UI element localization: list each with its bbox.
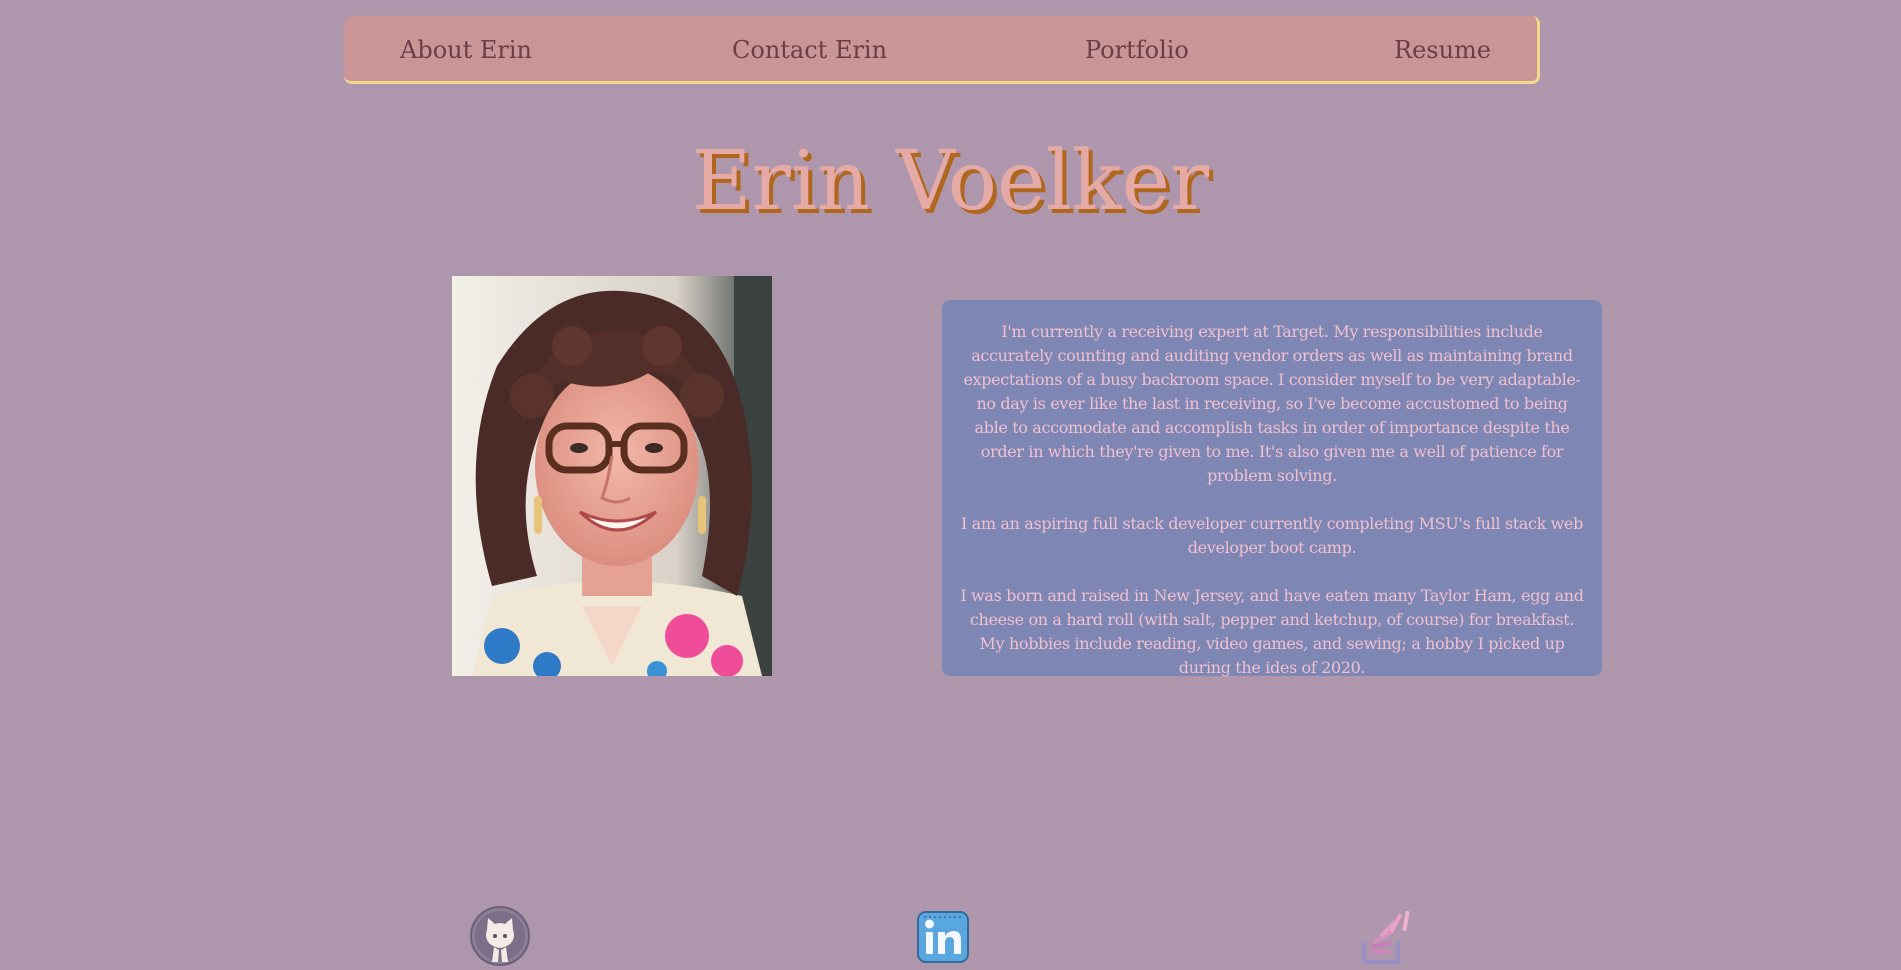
linkedin-link[interactable]: [912, 906, 972, 966]
page-title: Erin Voelker: [691, 134, 1210, 229]
bio-paragraph-developer: I am an aspiring full stack developer cu…: [960, 514, 1584, 557]
bio-paragraph-personal: I was born and raised in New Jersey, and…: [960, 586, 1584, 677]
bio-paragraph-work: I'm currently a receiving expert at Targ…: [963, 322, 1581, 485]
nav-link-resume[interactable]: Resume: [1394, 36, 1491, 64]
top-nav: About Erin Contact Erin Portfolio Resume: [344, 16, 1540, 84]
github-icon: [470, 906, 530, 966]
nav-link-contact[interactable]: Contact Erin: [732, 36, 887, 64]
linkedin-icon: [917, 911, 969, 963]
nav-link-about[interactable]: About Erin: [400, 36, 532, 64]
stackoverflow-icon: [1362, 910, 1410, 964]
nav-link-portfolio[interactable]: Portfolio: [1085, 36, 1189, 64]
bio-panel: I'm currently a receiving expert at Targ…: [942, 300, 1602, 677]
profile-photo: [452, 276, 772, 676]
github-link[interactable]: [470, 906, 530, 966]
stackoverflow-link[interactable]: [1356, 906, 1416, 966]
